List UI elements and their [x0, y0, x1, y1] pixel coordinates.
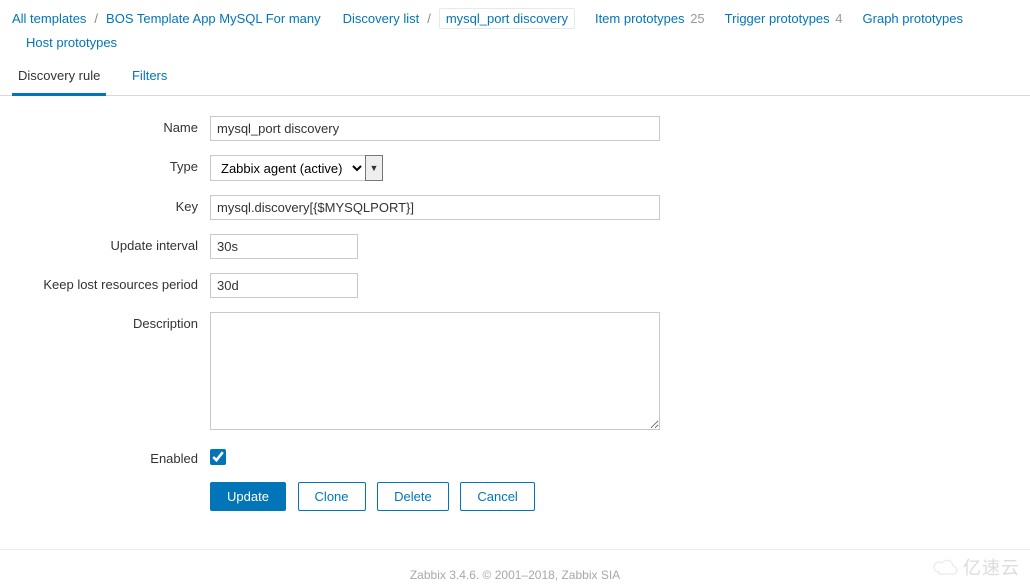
label-update-interval: Update interval — [10, 234, 210, 253]
breadcrumb-template[interactable]: BOS Template App MySQL For many — [106, 11, 321, 26]
update-button[interactable]: Update — [210, 482, 286, 511]
key-input[interactable] — [210, 195, 660, 220]
breadcrumb-all-templates[interactable]: All templates — [12, 11, 86, 26]
description-textarea[interactable] — [210, 312, 660, 430]
breadcrumb-current: mysql_port discovery — [439, 8, 575, 29]
label-enabled: Enabled — [10, 447, 210, 466]
breadcrumb-discovery-list[interactable]: Discovery list — [343, 11, 420, 26]
nav-trigger-prototypes[interactable]: Trigger prototypes 4 — [725, 11, 843, 26]
tab-discovery-rule[interactable]: Discovery rule — [12, 60, 106, 96]
label-name: Name — [10, 116, 210, 135]
label-keep-lost: Keep lost resources period — [10, 273, 210, 292]
nav-host-prototypes[interactable]: Host prototypes — [26, 35, 117, 50]
breadcrumb-separator: / — [94, 11, 98, 26]
update-interval-input[interactable] — [210, 234, 358, 259]
name-input[interactable] — [210, 116, 660, 141]
footer-text: Zabbix 3.4.6. © 2001–2018, Zabbix SIA — [410, 568, 620, 582]
nav-item-prototypes[interactable]: Item prototypes 25 — [595, 11, 705, 26]
delete-button[interactable]: Delete — [377, 482, 449, 511]
label-type: Type — [10, 155, 210, 174]
form-area: Name Type Zabbix agent (active) ▼ Key Up… — [0, 96, 1030, 550]
cancel-button[interactable]: Cancel — [460, 482, 534, 511]
footer: Zabbix 3.4.6. © 2001–2018, Zabbix SIA 亿速… — [0, 550, 1030, 586]
top-navigation: All templates / BOS Template App MySQL F… — [0, 0, 1030, 58]
watermark: 亿速云 — [931, 554, 1020, 580]
chevron-down-icon[interactable]: ▼ — [365, 155, 383, 181]
type-select[interactable]: Zabbix agent (active) — [210, 155, 366, 181]
tab-filters[interactable]: Filters — [126, 60, 173, 93]
breadcrumb-separator: / — [427, 11, 431, 26]
tabs-bar: Discovery rule Filters — [0, 60, 1030, 96]
cloud-icon — [931, 558, 959, 576]
label-description: Description — [10, 312, 210, 331]
count-badge: 4 — [835, 11, 842, 26]
keep-lost-input[interactable] — [210, 273, 358, 298]
count-badge: 25 — [690, 11, 704, 26]
clone-button[interactable]: Clone — [298, 482, 366, 511]
enabled-checkbox[interactable] — [210, 449, 226, 465]
label-key: Key — [10, 195, 210, 214]
nav-graph-prototypes[interactable]: Graph prototypes — [863, 11, 963, 26]
